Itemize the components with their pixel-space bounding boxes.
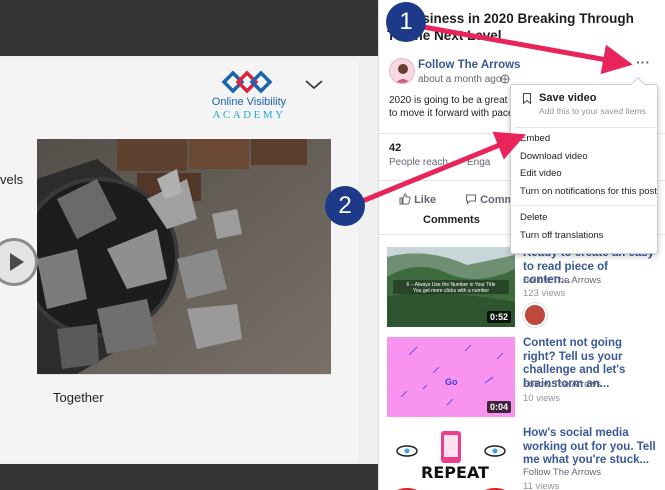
menu-item-edit-video[interactable]: Edit video [520, 168, 562, 179]
video-views: 10 views [523, 393, 560, 404]
menu-divider [515, 127, 655, 128]
video-title-link[interactable]: How's social media working out for you. … [523, 427, 657, 468]
video-thumbnail[interactable]: Go 0:04 [387, 337, 515, 417]
thumbs-up-icon [399, 193, 411, 205]
options-menu: Save video Add this to your saved items … [510, 76, 658, 254]
comment-icon [466, 194, 476, 205]
play-icon [10, 253, 24, 271]
list-item[interactable]: Go 0:04 Content not going right? Tell us… [387, 337, 657, 419]
like-label: Like [414, 194, 437, 206]
reach-label: People reach [389, 157, 448, 168]
annotation-badge-2: 2 [325, 186, 365, 226]
menu-divider [515, 205, 655, 206]
video-thumbnail[interactable]: 6 – Always Use the Number in Your Title … [387, 247, 515, 327]
video-views: 11 views [523, 481, 560, 490]
menu-item-turn-off-translations[interactable]: Turn off translations [520, 230, 603, 241]
post-body: 2020 is going to be a great year to move… [389, 94, 519, 120]
menu-item-download-video[interactable]: Download video [520, 151, 588, 162]
player-bottom-bar [0, 464, 378, 490]
tab-comments[interactable]: Comments [423, 214, 480, 226]
menu-item-turn-on-notifications[interactable]: Turn on notifications for this post [520, 186, 657, 197]
post-body-line: to move it forward with pace? [389, 108, 519, 119]
comment-button[interactable]: Comm [465, 193, 514, 206]
thumbnail-text: REPEAT [421, 463, 489, 482]
menu-item-delete[interactable]: Delete [520, 212, 547, 223]
play-button[interactable] [0, 238, 38, 286]
player-top-bar [0, 0, 378, 56]
video-player[interactable]: vels Online Visibility ACADEMY Together [0, 0, 378, 490]
video-duration: 0:04 [486, 401, 511, 413]
more-options-button[interactable]: ··· [632, 54, 654, 74]
avatar [523, 303, 547, 327]
slide-caption: Together [37, 374, 331, 422]
avatar[interactable] [389, 58, 415, 84]
like-button[interactable]: Like [399, 193, 436, 206]
logo-line-2: ACADEMY [212, 109, 286, 121]
globe-icon [500, 74, 510, 84]
video-author[interactable]: Follow The Arrows [523, 275, 601, 286]
slide-partial-text: vels [0, 172, 24, 187]
menu-item-save-video[interactable]: Save video Add this to your saved items [511, 91, 657, 121]
video-author[interactable]: Follow The Arrows [523, 379, 601, 390]
academy-logo: Online Visibility ACADEMY [202, 68, 296, 124]
thumbnail-text: 6 – Always Use the Number in Your Title … [406, 282, 496, 294]
video-author[interactable]: Follow The Arrows [523, 467, 601, 478]
logo-line-1: Online Visibility [211, 96, 287, 108]
engagement-label: Enga [467, 157, 491, 168]
caption-text: Together [53, 390, 104, 405]
reach-count: 42 [389, 142, 402, 154]
video-thumbnail[interactable]: REPEAT [387, 427, 515, 490]
thumbnail-text: Go [445, 377, 458, 387]
video-duration: 0:52 [486, 311, 511, 323]
list-item[interactable]: 6 – Always Use the Number in Your Title … [387, 247, 657, 329]
menu-item-embed[interactable]: Embed [520, 133, 550, 144]
author-name-link[interactable]: Follow The Arrows [418, 59, 520, 71]
save-video-label: Save video [539, 92, 597, 104]
bookmark-icon [523, 93, 531, 104]
video-views: 123 views [523, 288, 566, 299]
post-body-line: 2020 is going to be a great year [389, 95, 519, 106]
slide-image [37, 139, 331, 374]
chevron-down-icon[interactable] [303, 75, 325, 93]
post-timestamp[interactable]: about a month ago · [418, 74, 508, 85]
annotation-badge-1: 1 [386, 2, 426, 42]
list-item[interactable]: REPEAT How's social media working out fo… [387, 427, 657, 490]
ellipsis-icon: ··· [636, 54, 650, 70]
post-title: ur Business in 2020 Breaking Through To … [387, 11, 634, 43]
logo-mark-icon [221, 70, 273, 94]
save-video-sublabel: Add this to your saved items [539, 106, 646, 116]
